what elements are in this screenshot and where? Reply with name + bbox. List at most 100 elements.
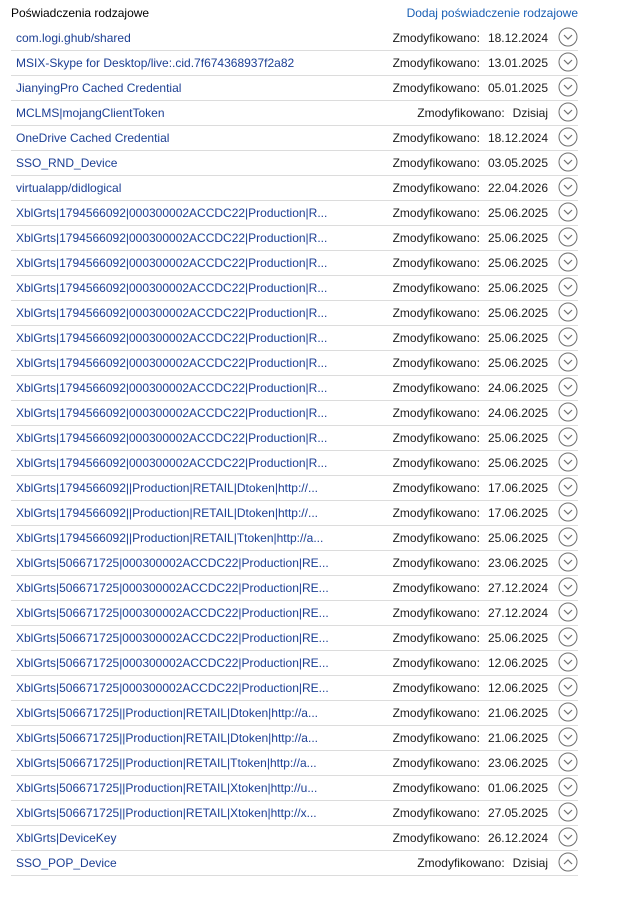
credential-name[interactable]: MCLMS|mojangClientToken [16, 106, 165, 120]
credential-name[interactable]: XblGrts|1794566092|000300002ACCDC22|Prod… [16, 306, 327, 320]
credential-row[interactable]: SSO_RND_Device Zmodyfikowano: 03.05.2025 [11, 151, 578, 176]
credential-row[interactable]: XblGrts|506671725|000300002ACCDC22|Produ… [11, 576, 578, 601]
credential-name[interactable]: XblGrts|506671725||Production|RETAIL|Dto… [16, 706, 318, 720]
credential-row[interactable]: XblGrts|1794566092|000300002ACCDC22|Prod… [11, 401, 578, 426]
credential-name[interactable]: XblGrts|506671725|000300002ACCDC22|Produ… [16, 556, 329, 570]
chevron-down-circle-icon[interactable] [558, 302, 578, 322]
credential-row[interactable]: XblGrts|1794566092|000300002ACCDC22|Prod… [11, 201, 578, 226]
credential-name[interactable]: XblGrts|1794566092|000300002ACCDC22|Prod… [16, 231, 327, 245]
credential-row[interactable]: OneDrive Cached Credential Zmodyfikowano:… [11, 126, 578, 151]
chevron-down-circle-icon[interactable] [558, 652, 578, 672]
credential-row[interactable]: MSIX-Skype for Desktop/live:.cid.7f67436… [11, 51, 578, 76]
credential-name[interactable]: XblGrts|506671725|000300002ACCDC22|Produ… [16, 581, 329, 595]
chevron-down-circle-icon[interactable] [558, 702, 578, 722]
credential-name[interactable]: XblGrts|506671725|000300002ACCDC22|Produ… [16, 606, 329, 620]
credential-name[interactable]: XblGrts|1794566092|000300002ACCDC22|Prod… [16, 356, 327, 370]
credential-name[interactable]: XblGrts|1794566092||Production|RETAIL|Dt… [16, 481, 318, 495]
chevron-down-circle-icon[interactable] [558, 352, 578, 372]
chevron-down-circle-icon[interactable] [558, 202, 578, 222]
credential-row[interactable]: JianyingPro Cached Credential Zmodyfikowa… [11, 76, 578, 101]
credential-row[interactable]: SSO_POP_Device Zmodyfikowano: Dzisiaj [11, 851, 578, 876]
credential-row[interactable]: XblGrts|506671725|000300002ACCDC22|Produ… [11, 626, 578, 651]
credential-name[interactable]: XblGrts|506671725||Production|RETAIL|Xto… [16, 806, 317, 820]
chevron-down-circle-icon[interactable] [558, 77, 578, 97]
chevron-down-circle-icon[interactable] [558, 802, 578, 822]
chevron-down-circle-icon[interactable] [558, 127, 578, 147]
chevron-down-circle-icon[interactable] [558, 627, 578, 647]
credential-row[interactable]: XblGrts|1794566092|000300002ACCDC22|Prod… [11, 426, 578, 451]
chevron-down-circle-icon[interactable] [558, 377, 578, 397]
credential-row[interactable]: XblGrts|506671725|000300002ACCDC22|Produ… [11, 601, 578, 626]
credential-name[interactable]: XblGrts|1794566092|000300002ACCDC22|Prod… [16, 281, 327, 295]
credential-row[interactable]: XblGrts|506671725||Production|RETAIL|Xto… [11, 801, 578, 826]
chevron-down-circle-icon[interactable] [558, 227, 578, 247]
credential-name[interactable]: XblGrts|1794566092|000300002ACCDC22|Prod… [16, 256, 327, 270]
credential-name[interactable]: XblGrts|506671725|000300002ACCDC22|Produ… [16, 681, 329, 695]
credential-name[interactable]: XblGrts|1794566092|000300002ACCDC22|Prod… [16, 206, 327, 220]
credential-name[interactable]: XblGrts|506671725|000300002ACCDC22|Produ… [16, 631, 329, 645]
chevron-down-circle-icon[interactable] [558, 477, 578, 497]
credential-name[interactable]: XblGrts|DeviceKey [16, 831, 116, 845]
chevron-down-circle-icon[interactable] [558, 727, 578, 747]
chevron-down-circle-icon[interactable] [558, 452, 578, 472]
credential-row[interactable]: XblGrts|1794566092|000300002ACCDC22|Prod… [11, 326, 578, 351]
credential-name[interactable]: XblGrts|1794566092|000300002ACCDC22|Prod… [16, 381, 327, 395]
chevron-down-circle-icon[interactable] [558, 327, 578, 347]
credential-row[interactable]: XblGrts|1794566092||Production|RETAIL|Dt… [11, 501, 578, 526]
chevron-down-circle-icon[interactable] [558, 577, 578, 597]
chevron-down-circle-icon[interactable] [558, 27, 578, 47]
credential-row[interactable]: virtualapp/didlogical Zmodyfikowano: 22.04… [11, 176, 578, 201]
credential-row[interactable]: XblGrts|506671725|000300002ACCDC22|Produ… [11, 551, 578, 576]
credential-name[interactable]: XblGrts|1794566092|000300002ACCDC22|Prod… [16, 456, 327, 470]
credential-name[interactable]: XblGrts|1794566092||Production|RETAIL|Dt… [16, 506, 318, 520]
credential-row[interactable]: XblGrts|1794566092|000300002ACCDC22|Prod… [11, 376, 578, 401]
credential-row[interactable]: XblGrts|1794566092|000300002ACCDC22|Prod… [11, 251, 578, 276]
credential-row[interactable]: XblGrts|506671725||Production|RETAIL|Dto… [11, 726, 578, 751]
chevron-down-circle-icon[interactable] [558, 252, 578, 272]
credential-name[interactable]: OneDrive Cached Credential [16, 131, 169, 145]
credential-row[interactable]: XblGrts|1794566092|000300002ACCDC22|Prod… [11, 451, 578, 476]
credential-row[interactable]: XblGrts|506671725||Production|RETAIL|Xto… [11, 776, 578, 801]
credential-row[interactable]: XblGrts|1794566092|000300002ACCDC22|Prod… [11, 226, 578, 251]
credential-name[interactable]: XblGrts|1794566092|000300002ACCDC22|Prod… [16, 406, 327, 420]
credential-row[interactable]: XblGrts|506671725|000300002ACCDC22|Produ… [11, 651, 578, 676]
chevron-down-circle-icon[interactable] [558, 552, 578, 572]
credential-row[interactable]: XblGrts|1794566092|000300002ACCDC22|Prod… [11, 276, 578, 301]
credential-row[interactable]: MCLMS|mojangClientToken Zmodyfikowano: Dzi… [11, 101, 578, 126]
credential-row[interactable]: XblGrts|506671725||Production|RETAIL|Tto… [11, 751, 578, 776]
credential-row[interactable]: com.logi.ghub/shared Zmodyfikowano: 18.12.… [11, 26, 578, 51]
chevron-down-circle-icon[interactable] [558, 527, 578, 547]
credential-name[interactable]: XblGrts|1794566092|000300002ACCDC22|Prod… [16, 331, 327, 345]
chevron-down-circle-icon[interactable] [558, 277, 578, 297]
credential-name[interactable]: JianyingPro Cached Credential [16, 81, 181, 95]
credential-name[interactable]: XblGrts|506671725||Production|RETAIL|Tto… [16, 756, 317, 770]
credential-name[interactable]: virtualapp/didlogical [16, 181, 121, 195]
credential-name[interactable]: SSO_RND_Device [16, 156, 117, 170]
credential-row[interactable]: XblGrts|1794566092||Production|RETAIL|Tt… [11, 526, 578, 551]
credential-row[interactable]: XblGrts|1794566092||Production|RETAIL|Dt… [11, 476, 578, 501]
credential-name[interactable]: XblGrts|506671725|000300002ACCDC22|Produ… [16, 656, 329, 670]
chevron-up-circle-icon[interactable] [558, 852, 578, 872]
credential-name[interactable]: XblGrts|1794566092||Production|RETAIL|Tt… [16, 531, 323, 545]
chevron-down-circle-icon[interactable] [558, 152, 578, 172]
credential-row[interactable]: XblGrts|506671725|000300002ACCDC22|Produ… [11, 676, 578, 701]
chevron-down-circle-icon[interactable] [558, 52, 578, 72]
credential-name[interactable]: XblGrts|506671725||Production|RETAIL|Xto… [16, 781, 317, 795]
credential-name[interactable]: XblGrts|1794566092|000300002ACCDC22|Prod… [16, 431, 327, 445]
credential-name[interactable]: XblGrts|506671725||Production|RETAIL|Dto… [16, 731, 318, 745]
credential-name[interactable]: MSIX-Skype for Desktop/live:.cid.7f67436… [16, 56, 294, 70]
credential-name[interactable]: SSO_POP_Device [16, 856, 117, 870]
chevron-down-circle-icon[interactable] [558, 752, 578, 772]
chevron-down-circle-icon[interactable] [558, 402, 578, 422]
chevron-down-circle-icon[interactable] [558, 677, 578, 697]
chevron-down-circle-icon[interactable] [558, 827, 578, 847]
credential-row[interactable]: XblGrts|1794566092|000300002ACCDC22|Prod… [11, 351, 578, 376]
chevron-down-circle-icon[interactable] [558, 602, 578, 622]
credential-row[interactable]: XblGrts|506671725||Production|RETAIL|Dto… [11, 701, 578, 726]
add-generic-credential-link[interactable]: Dodaj poświadczenie rodzajowe [407, 6, 578, 20]
credential-name[interactable]: com.logi.ghub/shared [16, 31, 131, 45]
credential-row[interactable]: XblGrts|DeviceKey Zmodyfikowano: 26.12.202… [11, 826, 578, 851]
chevron-down-circle-icon[interactable] [558, 102, 578, 122]
credential-row[interactable]: XblGrts|1794566092|000300002ACCDC22|Prod… [11, 301, 578, 326]
chevron-down-circle-icon[interactable] [558, 777, 578, 797]
